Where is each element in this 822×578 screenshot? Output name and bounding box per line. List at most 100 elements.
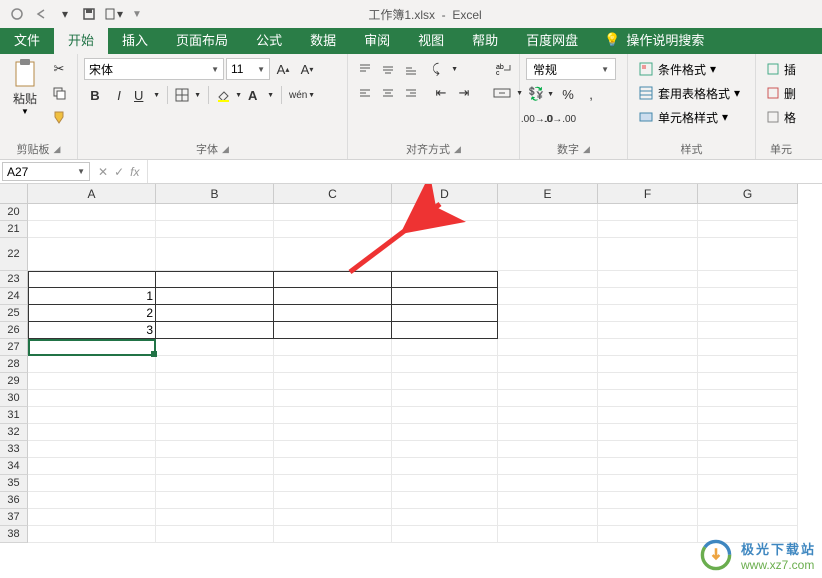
format-as-table-button[interactable]: 套用表格格式 ▾ [634, 82, 744, 104]
row-header-28[interactable]: 28 [0, 356, 28, 373]
cell[interactable] [598, 322, 698, 339]
percent-icon[interactable]: % [557, 83, 579, 105]
row-header-34[interactable]: 34 [0, 458, 28, 475]
cell[interactable] [498, 390, 598, 407]
increase-font-icon[interactable]: A▴ [272, 58, 294, 80]
cell[interactable] [698, 475, 798, 492]
row-header-32[interactable]: 32 [0, 424, 28, 441]
cell[interactable] [28, 221, 156, 238]
cell[interactable] [392, 390, 498, 407]
cell[interactable] [156, 339, 274, 356]
cell[interactable] [598, 441, 698, 458]
cell[interactable] [156, 390, 274, 407]
tab-view[interactable]: 视图 [404, 25, 458, 54]
cell[interactable] [392, 322, 498, 339]
font-name-combo[interactable]: 宋体▼ [84, 58, 224, 80]
align-center-icon[interactable] [377, 82, 399, 104]
cell[interactable] [498, 271, 598, 288]
cell[interactable] [698, 288, 798, 305]
cell[interactable] [698, 339, 798, 356]
cells-area[interactable]: 123 [28, 204, 798, 543]
cell[interactable] [28, 424, 156, 441]
row-headers[interactable]: 20212223242526272829303132333435363738 [0, 204, 28, 543]
formula-input[interactable] [148, 160, 822, 183]
cell[interactable] [392, 492, 498, 509]
cell[interactable] [156, 356, 274, 373]
cell[interactable] [156, 492, 274, 509]
cell[interactable] [698, 407, 798, 424]
copy-icon[interactable] [48, 82, 70, 104]
cell[interactable] [498, 305, 598, 322]
comma-icon[interactable]: , [580, 83, 602, 105]
row-header-38[interactable]: 38 [0, 526, 28, 543]
cell[interactable] [392, 373, 498, 390]
row-header-27[interactable]: 27 [0, 339, 28, 356]
col-header-B[interactable]: B [156, 184, 274, 204]
cell[interactable] [392, 271, 498, 288]
cell[interactable] [274, 407, 392, 424]
cell[interactable] [698, 373, 798, 390]
row-header-24[interactable]: 24 [0, 288, 28, 305]
cell[interactable] [274, 526, 392, 543]
cell[interactable] [28, 390, 156, 407]
col-header-C[interactable]: C [274, 184, 392, 204]
cell[interactable]: 3 [28, 322, 156, 339]
cell[interactable] [392, 339, 498, 356]
cell[interactable] [392, 441, 498, 458]
tab-page-layout[interactable]: 页面布局 [162, 25, 242, 54]
cell[interactable] [498, 526, 598, 543]
align-left-icon[interactable] [354, 82, 376, 104]
col-header-G[interactable]: G [698, 184, 798, 204]
row-header-37[interactable]: 37 [0, 509, 28, 526]
cell[interactable] [498, 238, 598, 271]
format-painter-icon[interactable] [48, 106, 70, 128]
cell[interactable] [392, 305, 498, 322]
tab-file[interactable]: 文件 [0, 25, 54, 54]
tab-review[interactable]: 审阅 [350, 25, 404, 54]
cell[interactable] [598, 305, 698, 322]
cell[interactable] [698, 271, 798, 288]
cell[interactable] [156, 373, 274, 390]
row-header-31[interactable]: 31 [0, 407, 28, 424]
cell[interactable] [698, 221, 798, 238]
cell[interactable] [498, 339, 598, 356]
increase-indent-icon[interactable]: ⇥ [453, 82, 475, 104]
row-header-29[interactable]: 29 [0, 373, 28, 390]
cell[interactable] [156, 424, 274, 441]
paste-button[interactable]: 粘贴 ▼ [6, 58, 44, 116]
cell[interactable] [28, 509, 156, 526]
cell[interactable] [598, 509, 698, 526]
fx-icon[interactable]: fx [130, 165, 139, 179]
cell[interactable] [598, 492, 698, 509]
cell[interactable] [156, 271, 274, 288]
cell[interactable] [274, 271, 392, 288]
cell[interactable] [698, 424, 798, 441]
enter-formula-icon[interactable]: ✓ [114, 165, 124, 179]
cell[interactable] [156, 238, 274, 271]
tab-baidu[interactable]: 百度网盘 [512, 25, 592, 54]
cell[interactable] [598, 475, 698, 492]
phonetic-button[interactable]: wén▼ [287, 84, 317, 106]
cell[interactable] [498, 509, 598, 526]
spreadsheet-grid[interactable]: ABCDEFG 20212223242526272829303132333435… [0, 184, 822, 578]
number-format-combo[interactable]: 常规▼ [526, 58, 616, 80]
row-header-21[interactable]: 21 [0, 221, 28, 238]
row-header-23[interactable]: 23 [0, 271, 28, 288]
cell[interactable] [498, 441, 598, 458]
cell[interactable] [598, 288, 698, 305]
cell[interactable] [698, 204, 798, 221]
cell[interactable] [392, 238, 498, 271]
font-size-combo[interactable]: 11▼ [226, 58, 270, 80]
insert-cells-button[interactable]: 插 [762, 58, 800, 80]
cell[interactable] [156, 475, 274, 492]
tab-home[interactable]: 开始 [54, 25, 108, 54]
font-launcher-icon[interactable]: ◢ [222, 144, 229, 155]
align-top-icon[interactable] [354, 58, 376, 80]
cell[interactable] [156, 204, 274, 221]
col-header-E[interactable]: E [498, 184, 598, 204]
cell[interactable] [498, 288, 598, 305]
cell[interactable] [392, 407, 498, 424]
cell[interactable]: 2 [28, 305, 156, 322]
cell[interactable] [498, 407, 598, 424]
cell[interactable] [156, 288, 274, 305]
